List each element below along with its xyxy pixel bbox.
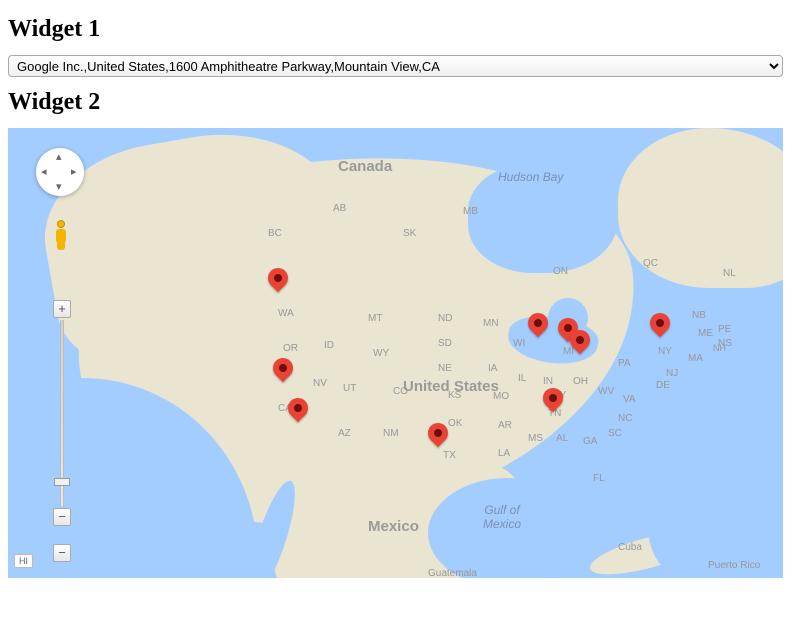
st-wv: WV	[598, 386, 614, 397]
pegman-icon[interactable]	[52, 220, 70, 250]
location-select[interactable]: Google Inc.,United States,1600 Amphithea…	[8, 55, 783, 77]
pan-down-icon[interactable]: ▾	[56, 182, 62, 193]
landmass	[618, 128, 783, 288]
st-nj: NJ	[666, 368, 678, 379]
st-sc: SC	[608, 428, 622, 439]
map-canvas[interactable]: Canada United States Mexico Hudson Bay G…	[8, 128, 783, 578]
prov-nb: NB	[692, 310, 706, 321]
st-fl: FL	[593, 473, 605, 484]
pan-up-icon[interactable]: ▴	[56, 152, 62, 163]
zoom-in-wrap: +	[53, 300, 71, 318]
st-ma: MA	[688, 353, 703, 364]
st-ga: GA	[583, 436, 597, 447]
prov-pe: PE	[718, 324, 731, 335]
zoom-out-far-button[interactable]: −	[53, 544, 71, 562]
water	[428, 478, 588, 578]
pan-right-icon[interactable]: ▸	[71, 167, 77, 178]
st-nh: NH	[713, 343, 726, 353]
st-al: AL	[556, 433, 568, 444]
prov-ns: NS	[718, 338, 732, 349]
pan-control: ▴ ▾ ◂ ▸	[36, 148, 84, 196]
st-ny: NY	[658, 346, 672, 357]
st-pa: PA	[618, 358, 631, 369]
water	[648, 388, 783, 578]
st-nc: NC	[618, 413, 632, 424]
widget1-heading: Widget 1	[8, 16, 787, 43]
hawaii-inset-button[interactable]: HI	[14, 554, 33, 568]
zoom-out-button[interactable]: −	[53, 508, 71, 526]
pin-ny[interactable]	[646, 309, 674, 337]
zoom-in-button[interactable]: +	[53, 300, 71, 318]
zoom-slider-handle[interactable]	[54, 478, 70, 486]
widget1-select-wrap: Google Inc.,United States,1600 Amphithea…	[8, 55, 783, 77]
widget2-heading: Widget 2	[8, 89, 787, 116]
pan-left-icon[interactable]: ◂	[41, 167, 47, 178]
st-me: ME	[698, 328, 713, 339]
water	[468, 163, 618, 273]
zoom-out-wrap: −	[53, 508, 71, 526]
zoom-out-far-wrap: −	[53, 544, 71, 562]
st-va: VA	[623, 394, 636, 405]
st-de: DE	[656, 380, 670, 391]
